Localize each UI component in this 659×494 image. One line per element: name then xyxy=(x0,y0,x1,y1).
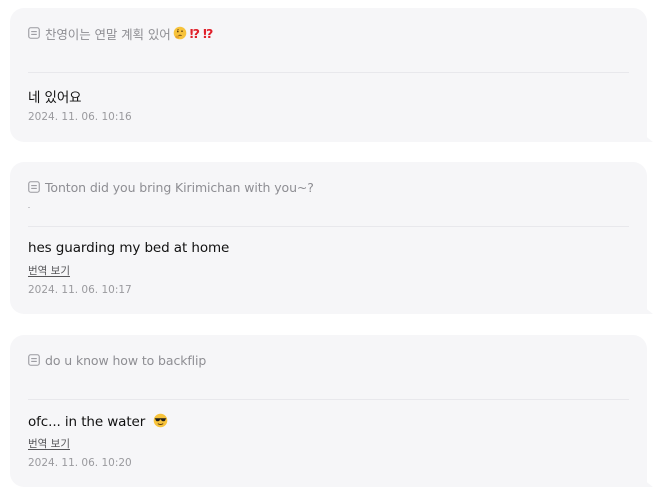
separator-dot xyxy=(28,207,30,208)
bubble-tail xyxy=(643,479,653,487)
interrobang-icon: ⁉ xyxy=(202,25,214,41)
bubble-tail xyxy=(643,306,653,314)
answer-text: 네 있어요 xyxy=(28,90,82,106)
answer-text-content: ofc... in the water xyxy=(28,414,146,430)
answer-text: ofc... in the water xyxy=(28,413,168,430)
bubble-tail xyxy=(643,134,653,142)
message-card: Tonton did you bring Kirimichan with you… xyxy=(10,162,653,314)
sunglasses-face-icon xyxy=(154,413,168,428)
question-row: do u know how to backflip xyxy=(28,352,206,368)
translate-link[interactable]: 번역 보기 xyxy=(28,436,70,451)
message-card: 찬영이는 연말 계획 있어 ⁉ ⁉ 네 있어요 2024. 11. 06. 10… xyxy=(10,8,653,142)
translate-link[interactable]: 번역 보기 xyxy=(28,263,70,278)
divider xyxy=(28,399,629,400)
timestamp: 2024. 11. 06. 10:16 xyxy=(28,111,132,123)
question-text: do u know how to backflip xyxy=(45,352,207,368)
question-text: Tonton did you bring Kirimichan with you… xyxy=(45,179,314,195)
divider xyxy=(28,72,629,73)
message-card: do u know how to backflip ofc... in the … xyxy=(10,335,653,487)
memo-icon xyxy=(28,181,40,193)
timestamp: 2024. 11. 06. 10:20 xyxy=(28,457,132,469)
divider xyxy=(28,226,629,227)
answer-text: hes guarding my bed at home xyxy=(28,240,230,256)
question-text: 찬영이는 연말 계획 있어 xyxy=(45,26,171,42)
memo-icon xyxy=(28,354,40,366)
interrobang-icon: ⁉ xyxy=(189,25,200,41)
question-row: Tonton did you bring Kirimichan with you… xyxy=(28,179,314,195)
thinking-face-icon xyxy=(173,26,186,40)
timestamp: 2024. 11. 06. 10:17 xyxy=(28,284,132,296)
question-row: 찬영이는 연말 계획 있어 ⁉ ⁉ xyxy=(28,25,214,42)
memo-icon xyxy=(28,27,40,39)
